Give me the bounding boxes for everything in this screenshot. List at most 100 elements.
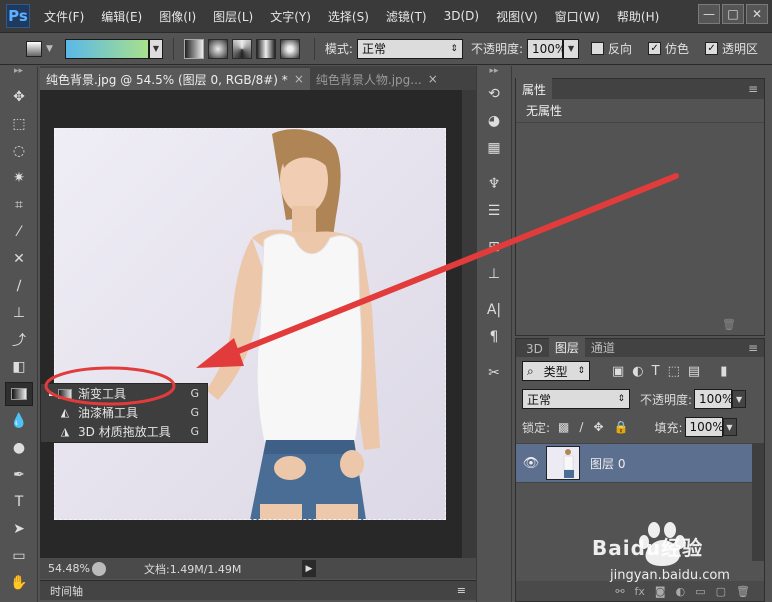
gradient-tool-icon[interactable] [5,382,33,406]
eraser-icon[interactable]: ◧ [5,355,33,379]
trash-icon[interactable]: 🗑 [722,318,736,331]
close-icon[interactable]: × [294,72,304,86]
magic-wand-icon[interactable]: ✷ [5,166,33,190]
dodge-tool-icon[interactable]: ● [5,436,33,460]
rectangle-tool-icon[interactable]: ▭ [5,544,33,568]
brush-tool-icon[interactable]: ∕ [5,274,33,298]
clone-source-icon[interactable]: ⊞ [481,236,507,258]
color-palette-icon[interactable]: ◕ [481,110,507,132]
tab-channels[interactable]: 通道 [585,338,621,357]
vertical-scrollbar[interactable] [462,90,476,558]
menu-type[interactable]: 文字(Y) [270,8,311,25]
menu-select[interactable]: 选择(S) [328,8,369,25]
collapse-icon[interactable]: ▸▸ [477,66,511,78]
tab-active-document[interactable]: 纯色背景.jpg @ 54.5% (图层 0, RGB/8#) * × [40,68,310,90]
panel-menu-icon[interactable]: ≡ [748,341,758,355]
radial-gradient-icon[interactable] [207,38,228,59]
chevron-down-icon[interactable]: ▼ [46,44,53,54]
menu-window[interactable]: 窗口(W) [555,8,600,25]
layer-filter-select[interactable]: ⌕ 类型 ⇕ [522,361,590,381]
panel-menu-icon[interactable]: ≡ [457,584,466,597]
menu-3d[interactable]: 3D(D) [444,9,479,23]
zoom-level[interactable]: 54.48% [40,562,92,575]
menu-help[interactable]: 帮助(H) [617,8,659,25]
filter-toggle-icon[interactable]: ▮ [720,364,727,379]
hand-tool-icon[interactable]: ✋ [5,571,33,595]
tab-3d[interactable]: 3D [520,341,549,357]
gradient-picker-button[interactable]: ▼ [148,38,163,59]
brush-presets-icon[interactable]: ♆ [481,173,507,195]
layer-opacity-dropdown[interactable]: ▼ [732,390,747,408]
lasso-tool-icon[interactable]: ◌ [5,139,33,163]
panel-menu-icon[interactable]: ≡ [748,82,758,96]
smart-object-filter-icon[interactable]: ▤ [688,364,700,379]
history-brush-icon[interactable]: ⤴ [5,328,33,352]
eyedropper-icon[interactable]: ⁄ [5,220,33,244]
maximize-button[interactable]: □ [722,4,744,24]
menu-filter[interactable]: 滤镜(T) [386,8,427,25]
angle-gradient-icon[interactable] [231,38,252,59]
menu-file[interactable]: 文件(F) [44,8,84,25]
layer-row[interactable]: 👁 图层 0 [516,443,752,483]
blur-tool-icon[interactable]: 💧 [5,409,33,433]
layer-name[interactable]: 图层 0 [590,455,625,472]
mode-select[interactable]: 正常 ⇕ [356,38,463,59]
menu-image[interactable]: 图像(I) [159,8,196,25]
layer-opacity-input[interactable]: 100% [694,389,733,409]
reverse-checkbox[interactable] [591,42,605,55]
fill-dropdown[interactable]: ▼ [722,418,737,436]
minimize-button[interactable]: — [698,4,720,24]
collapse-icon[interactable]: ▸▸ [0,66,37,84]
flyout-item-gradient[interactable]: 渐变工具 G [41,384,207,403]
linear-gradient-icon[interactable] [183,38,204,59]
opacity-input[interactable]: 100% [527,38,566,59]
blend-mode-select[interactable]: 正常 ⇕ [522,389,630,409]
tool-preset-icon[interactable] [26,40,42,57]
tool-presets-icon[interactable]: ✂ [481,362,507,384]
stamp-icon[interactable]: ⊥ [481,263,507,285]
image-filter-icon[interactable]: ▣ [612,364,624,379]
pen-tool-icon[interactable]: ✒ [5,463,33,487]
crop-tool-icon[interactable]: ⌗ [5,193,33,217]
flyout-item-paint-bucket[interactable]: ◭ 油漆桶工具 G [41,403,207,422]
swatches-icon[interactable]: ▦ [481,137,507,159]
gradient-editor-bar[interactable] [64,38,149,59]
type-filter-icon[interactable]: T [652,364,660,379]
close-button[interactable]: ✕ [746,4,768,24]
clone-stamp-icon[interactable]: ⊥ [5,301,33,325]
menu-view[interactable]: 视图(V) [496,8,538,25]
adjustments-icon[interactable]: ☰ [481,200,507,222]
eye-icon[interactable]: 👁 [516,456,546,471]
opacity-dropdown-button[interactable]: ▼ [563,38,580,59]
paragraph-icon[interactable]: ¶ [481,326,507,348]
fill-input[interactable]: 100% [684,417,724,437]
canvas-area[interactable] [40,90,476,558]
dither-checkbox[interactable]: ✓ [648,42,662,55]
transparency-checkbox[interactable]: ✓ [705,42,719,55]
type-tool-icon[interactable]: T [5,490,33,514]
timeline-panel[interactable]: 时间轴 ≡ [40,580,476,600]
reflected-gradient-icon[interactable] [255,38,276,59]
shape-filter-icon[interactable]: ⬚ [668,364,680,379]
character-icon[interactable]: A| [481,299,507,321]
history-icon[interactable]: ⟲ [481,83,507,105]
lock-transparent-icon[interactable]: ▩ [558,420,569,434]
menu-layer[interactable]: 图层(L) [213,8,253,25]
path-selection-icon[interactable]: ➤ [5,517,33,541]
menu-edit[interactable]: 编辑(E) [101,8,142,25]
properties-tab[interactable]: 属性 [516,77,553,101]
lock-position-icon[interactable]: ✥ [593,420,603,434]
flyout-item-3d-material[interactable]: ◮ 3D 材质拖放工具 G [41,422,207,441]
healing-brush-icon[interactable]: ✕ [5,247,33,271]
lock-all-icon[interactable]: 🔒 [614,420,629,434]
play-icon[interactable]: ▶ [302,560,316,577]
close-icon[interactable]: × [428,72,438,86]
move-tool-icon[interactable]: ✥ [5,85,33,109]
lock-pixels-icon[interactable]: ∕ [579,420,583,434]
tab-layers[interactable]: 图层 [548,338,585,357]
diamond-gradient-icon[interactable] [279,38,300,59]
marquee-tool-icon[interactable]: ⬚ [5,112,33,136]
info-icon[interactable] [92,561,106,576]
adjustment-filter-icon[interactable]: ◐ [632,364,643,379]
tab-second-document[interactable]: 纯色背景人物.jpg... × [310,68,444,90]
